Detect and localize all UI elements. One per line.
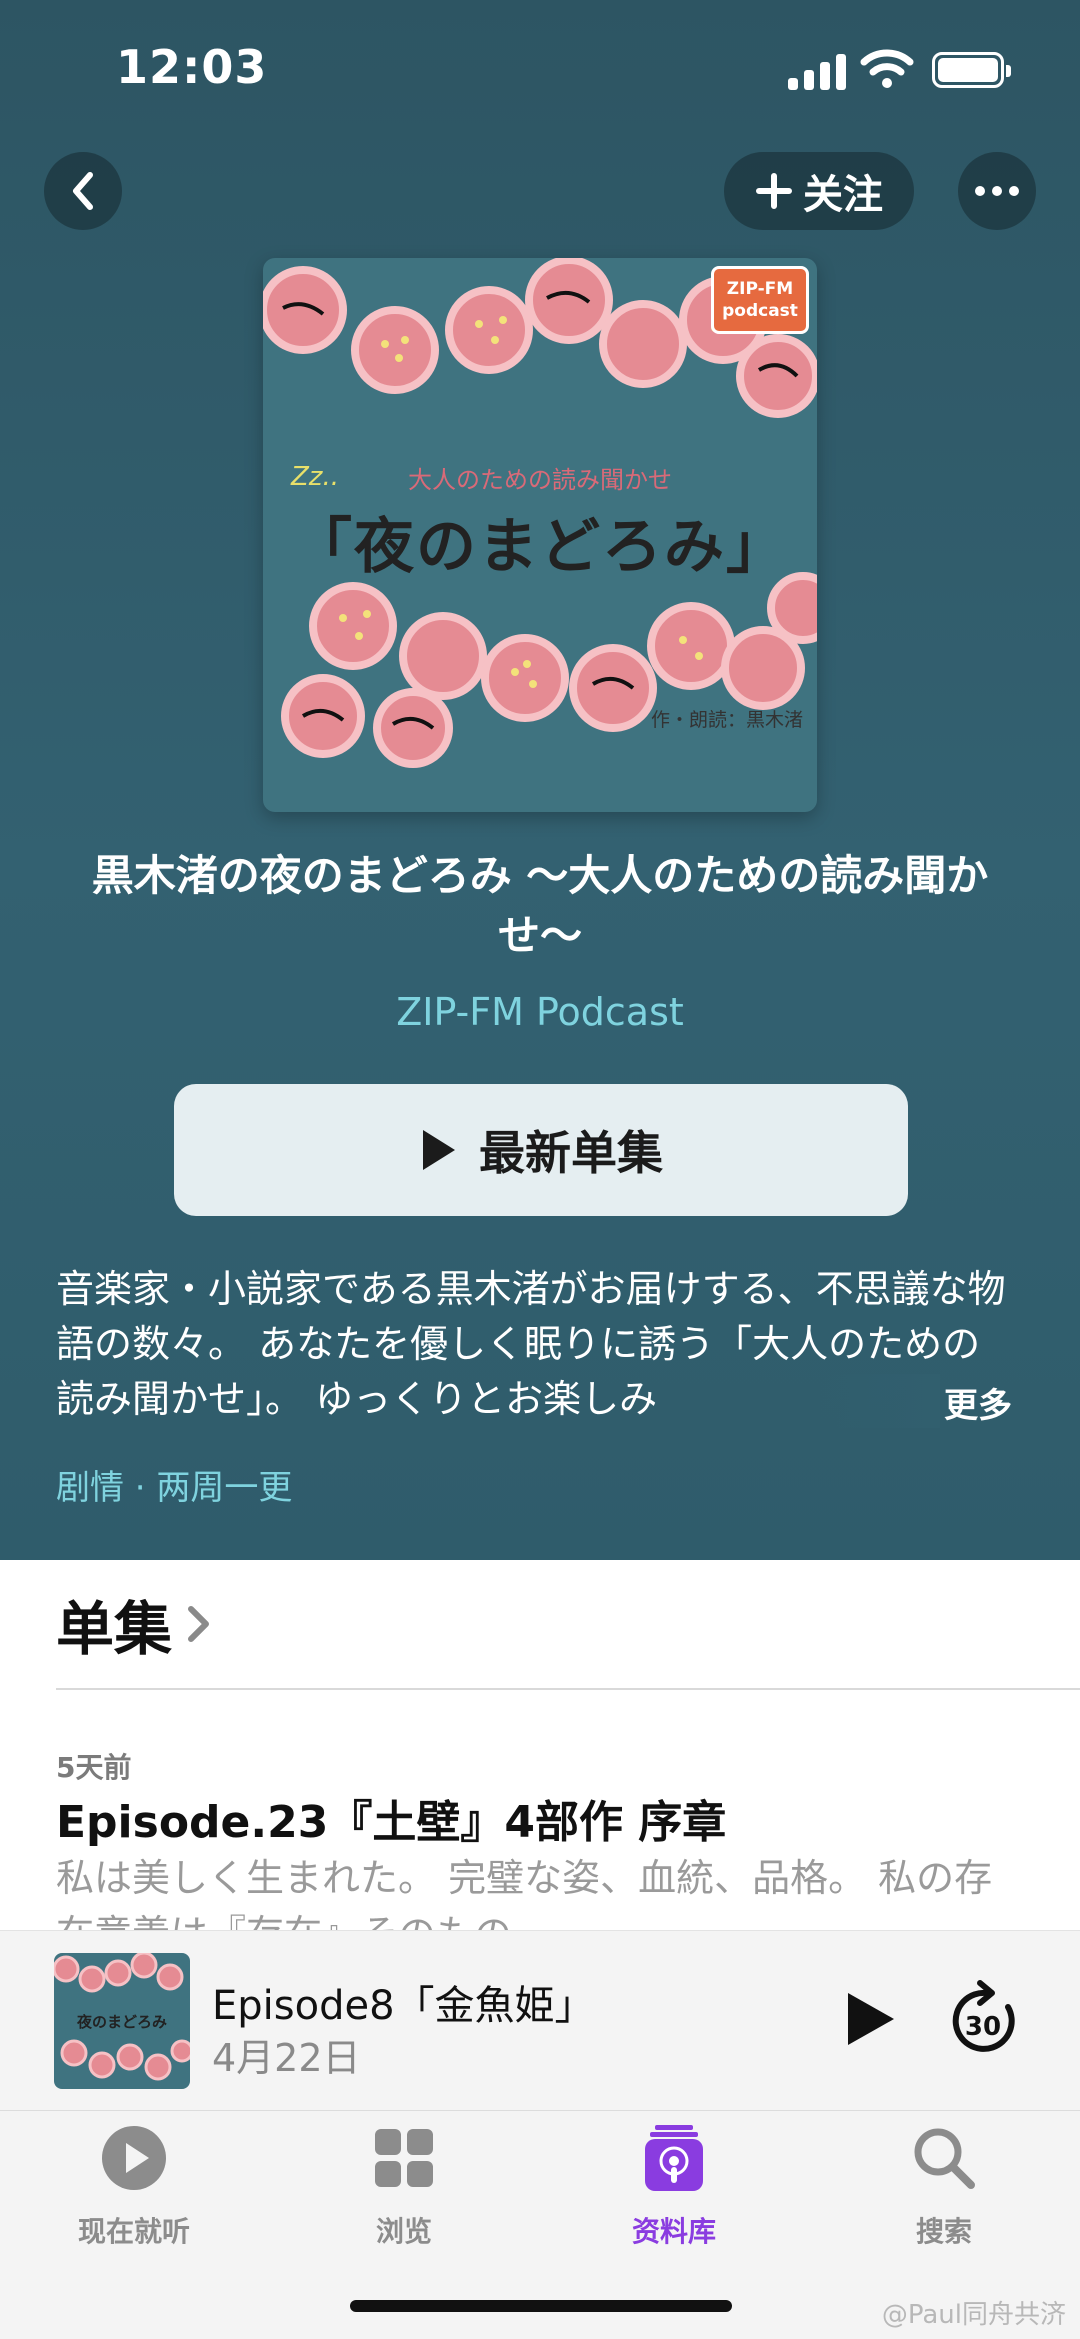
podcast-author-link[interactable]: ZIP-FM Podcast	[0, 990, 1080, 1034]
mini-player-title: Episode8「金魚姫」	[212, 1983, 595, 2029]
episodes-section-header[interactable]: 单集	[56, 1582, 212, 1666]
back-button[interactable]	[44, 152, 122, 230]
play-latest-episode-button[interactable]: 最新单集	[174, 1084, 908, 1216]
description-fade	[820, 1374, 940, 1428]
grid-icon	[375, 2129, 433, 2187]
play-icon	[423, 1130, 455, 1170]
plus-icon	[756, 173, 792, 209]
podcast-header: 12:03 关注 ZIP-FM podcast Zz.. 大人のための読み聞かせ…	[0, 0, 1080, 1560]
home-indicator	[350, 2300, 732, 2312]
wifi-icon	[860, 49, 914, 88]
artwork-title: 「夜のまどろみ」	[292, 512, 788, 582]
chevron-left-icon	[73, 172, 93, 210]
more-description-link[interactable]: 更多	[944, 1378, 1012, 1427]
tab-label: 搜索	[915, 2215, 972, 2248]
mini-player-artwork: 夜のまどろみ	[54, 1953, 190, 2089]
battery-icon	[932, 52, 1011, 88]
search-icon	[914, 2128, 975, 2189]
mini-player[interactable]: 夜のまどろみ Episode8「金魚姫」 4月22日 30	[0, 1930, 1080, 2111]
follow-label: 关注	[803, 172, 883, 218]
status-bar: 12:03	[0, 0, 1080, 140]
status-time: 12:03	[116, 40, 268, 94]
podcast-title: 黒木渚の夜のまどろみ 〜大人のための読み聞かせ〜	[91, 851, 989, 960]
podcast-artwork: ZIP-FM podcast Zz.. 大人のための読み聞かせ 「夜のまどろみ」…	[263, 258, 817, 812]
episode-date: 5天前	[56, 1751, 132, 1784]
follow-button[interactable]: 关注	[724, 152, 914, 230]
tab-listen-now[interactable]: 现在就听	[34, 2123, 234, 2250]
tab-library[interactable]: 资料库	[574, 2123, 774, 2250]
more-options-button[interactable]	[958, 152, 1036, 230]
chevron-right-icon	[188, 1606, 210, 1642]
artwork-subtitle: 大人のための読み聞かせ	[408, 466, 672, 494]
mini-artwork-illustration: 夜のまどろみ	[54, 1953, 190, 2081]
tab-browse[interactable]: 浏览	[304, 2123, 504, 2250]
skip-seconds-label: 30	[965, 2012, 1001, 2042]
mini-play-button[interactable]	[834, 1985, 902, 2053]
episode-description: 私は美しく生まれた。 完璧な姿、血統、品格。 私の存在意義は『存在』そのもの	[56, 1856, 993, 1930]
badge-line-2: podcast	[722, 301, 798, 321]
zip-fm-badge: ZIP-FM podcast	[711, 266, 809, 334]
ellipsis-icon	[975, 186, 1019, 196]
badge-line-1: ZIP-FM	[726, 279, 794, 299]
episode-title: Episode.23『土壁』4部作 序章	[56, 1797, 727, 1848]
artwork-credit: 作・朗読：黒木渚	[650, 709, 803, 731]
section-divider	[56, 1688, 1080, 1690]
podcast-library-icon	[645, 2125, 703, 2191]
play-latest-label: 最新单集	[479, 1126, 663, 1180]
skip-forward-30-button[interactable]: 30	[946, 1975, 1022, 2061]
cellular-signal-icon	[788, 52, 846, 90]
podcast-meta[interactable]: 剧情 · 两周一更	[56, 1460, 292, 1509]
play-circle-icon	[102, 2126, 166, 2190]
tab-label: 资料库	[631, 2215, 716, 2248]
svg-text:夜のまどろみ: 夜のまどろみ	[76, 2013, 167, 2031]
tab-search[interactable]: 搜索	[844, 2123, 1044, 2250]
tab-label: 现在就听	[77, 2215, 190, 2248]
episodes-section-title: 单集	[56, 1595, 173, 1663]
watermark: @Paul同舟共济	[881, 2300, 1066, 2330]
mini-player-date: 4月22日	[212, 2036, 361, 2080]
tab-label: 浏览	[375, 2215, 432, 2248]
